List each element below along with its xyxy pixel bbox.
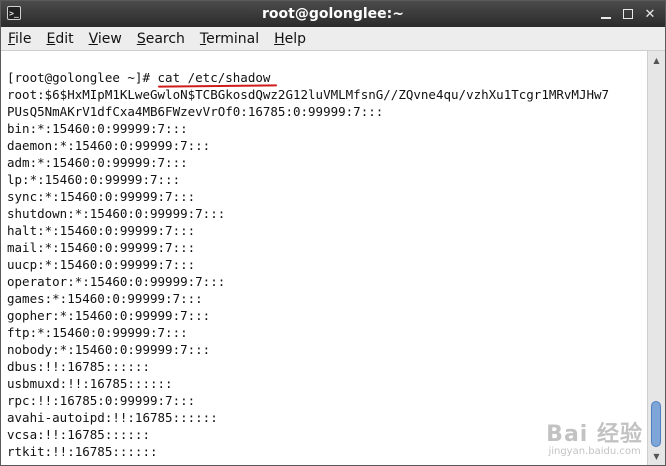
output-line: PUsQ5NmAKrV1dfCxa4MB6FWzevVrOf0:16785:0:… (7, 104, 384, 119)
output-line: lp:*:15460:0:99999:7::: (7, 172, 181, 187)
output-line: uucp:*:15460:0:99999:7::: (7, 257, 196, 272)
scroll-down-icon[interactable]: ▼ (648, 449, 665, 463)
menu-search[interactable]: Search (136, 31, 186, 47)
output-line: rpc:!!:16785:0:99999:7::: (7, 393, 196, 408)
output-line: mail:*:15460:0:99999:7::: (7, 240, 196, 255)
output-line: gopher:*:15460:0:99999:7::: (7, 308, 211, 323)
output-line: operator:*:15460:0:99999:7::: (7, 274, 226, 289)
output-line: daemon:*:15460:0:99999:7::: (7, 138, 211, 153)
menu-file[interactable]: File (7, 31, 32, 47)
output-line: root:$6$HxMIpM1KLweGwloN$TCBGkosdQwz2G12… (7, 87, 610, 102)
output-line: shutdown:*:15460:0:99999:7::: (7, 206, 226, 221)
watermark-logo: Bai 经验 (546, 422, 643, 447)
window-title: root@golonglee:~ (262, 6, 404, 22)
baidu-watermark: Bai 经验 jingyan.baidu.com (546, 416, 643, 457)
output-line: adm:*:15460:0:99999:7::: (7, 155, 188, 170)
output-line: ftp:*:15460:0:99999:7::: (7, 325, 188, 340)
output-line: dbus:!!:16785:::::: (7, 359, 150, 374)
command-line: [root@golonglee ~]# cat /etc/shadow (7, 69, 646, 88)
title-bar[interactable]: >_ root@golonglee:~ ✕ (1, 1, 665, 27)
terminal-window: >_ root@golonglee:~ ✕ File Edit View Sea… (0, 0, 666, 466)
output-line: nobody:*:15460:0:99999:7::: (7, 342, 211, 357)
menu-help[interactable]: Help (273, 31, 307, 47)
terminal-output[interactable]: [root@golonglee ~]# cat /etc/shadow root… (1, 51, 646, 465)
scroll-thumb[interactable] (651, 401, 661, 447)
watermark-url: jingyan.baidu.com (548, 446, 641, 457)
output-line: bin:*:15460:0:99999:7::: (7, 121, 188, 136)
output-line: games:*:15460:0:99999:7::: (7, 291, 203, 306)
vertical-scrollbar[interactable]: ▲ ▼ (647, 51, 665, 465)
terminal-app-icon[interactable]: >_ (7, 6, 21, 20)
menu-view[interactable]: View (88, 31, 123, 47)
output-line: usbmuxd:!!:16785:::::: (7, 376, 173, 391)
menu-terminal[interactable]: Terminal (199, 31, 260, 47)
minimize-icon[interactable] (597, 5, 615, 23)
menu-edit[interactable]: Edit (45, 31, 74, 47)
output-line: sync:*:15460:0:99999:7::: (7, 189, 196, 204)
close-icon[interactable]: ✕ (641, 5, 659, 23)
shell-prompt: [root@golonglee ~]# (7, 70, 158, 85)
shell-command: cat /etc/shadow (157, 70, 277, 88)
output-line: halt:*:15460:0:99999:7::: (7, 223, 196, 238)
scroll-up-icon[interactable]: ▲ (648, 53, 665, 67)
menu-bar: File Edit View Search Terminal Help (1, 27, 665, 51)
window-controls: ✕ (597, 5, 659, 23)
maximize-icon[interactable] (619, 5, 637, 23)
